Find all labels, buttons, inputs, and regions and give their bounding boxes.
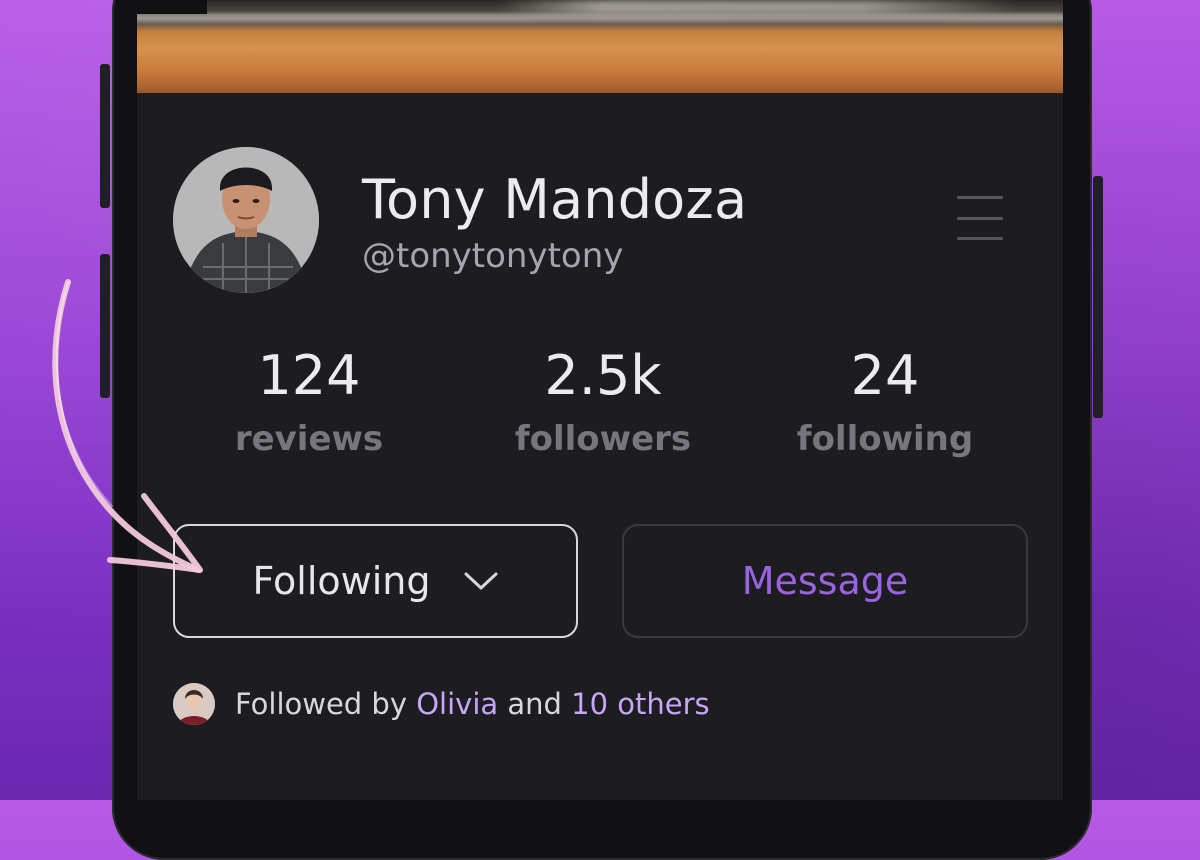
stat-label: following [796, 419, 974, 459]
following-button-label: Following [252, 559, 431, 603]
chevron-down-icon [464, 572, 498, 590]
cover-photo [137, 0, 1063, 93]
stat-value: 2.5k [544, 344, 662, 407]
message-button[interactable]: Message [622, 524, 1028, 638]
follower-avatar[interactable] [173, 683, 215, 725]
phone-power-button [1093, 176, 1103, 418]
followed-by-prefix: Followed by [235, 687, 408, 721]
stat-value: 124 [257, 344, 361, 407]
stat-label: followers [514, 419, 692, 459]
stat-reviews[interactable]: 124 reviews [179, 340, 439, 466]
message-button-label: Message [741, 559, 909, 603]
stat-label: reviews [234, 419, 384, 459]
following-button[interactable]: Following [173, 524, 578, 638]
follower-name-link[interactable]: Olivia [416, 687, 498, 721]
phone-volume-down-button [100, 254, 110, 398]
profile-avatar[interactable] [173, 147, 319, 293]
stat-value: 24 [850, 344, 920, 407]
hamburger-menu-icon[interactable] [957, 196, 1003, 240]
followed-by-row: Followed by Olivia and 10 others [173, 682, 710, 726]
profile-screen: Tony Mandoza @tonytonytony 124 reviews 2… [137, 0, 1063, 800]
others-link[interactable]: 10 others [571, 687, 710, 721]
phone-volume-up-button [100, 64, 110, 208]
stat-followers[interactable]: 2.5k followers [473, 340, 733, 466]
stat-following[interactable]: 24 following [755, 340, 1015, 466]
profile-name: Tony Mandoza [362, 168, 748, 231]
profile-handle: @tonytonytony [362, 236, 624, 276]
followed-by-and: and [507, 687, 562, 721]
